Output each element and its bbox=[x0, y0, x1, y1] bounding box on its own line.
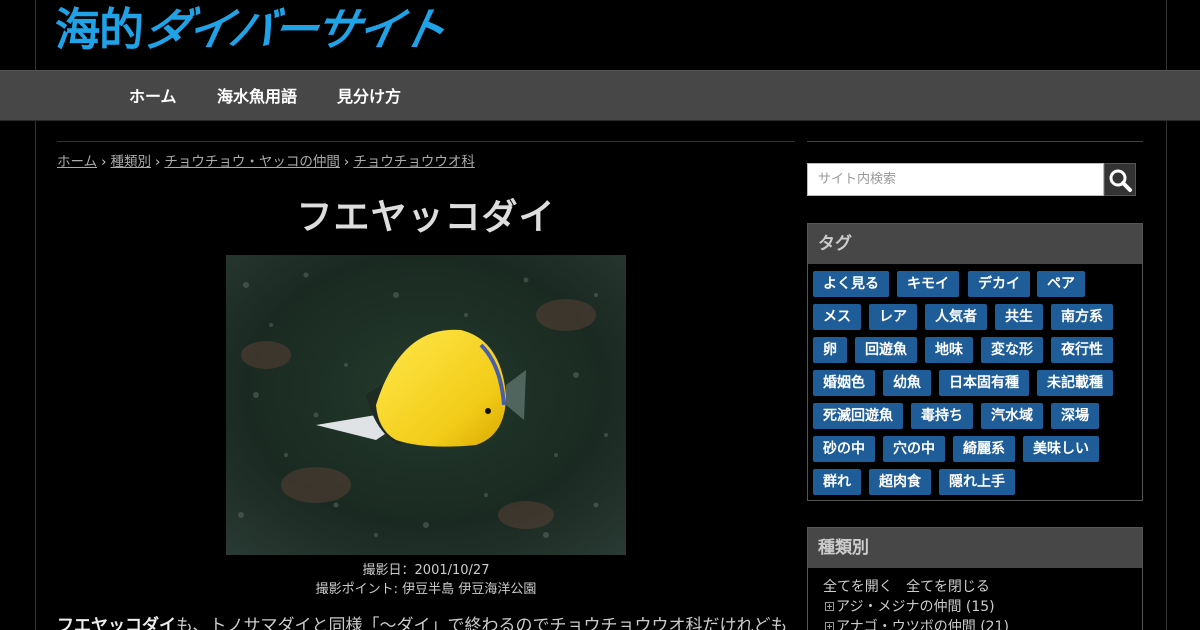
tag-item[interactable]: よく見る bbox=[813, 271, 889, 297]
photo-caption: 撮影日：2001/10/27 撮影ポイント: 伊豆半島 伊豆海洋公園 bbox=[57, 561, 795, 599]
tag-item[interactable]: 夜行性 bbox=[1051, 337, 1113, 363]
breadcrumb-butterfly-angel[interactable]: チョウチョウ・ヤッコの仲間 bbox=[164, 154, 340, 170]
tag-item[interactable]: デカイ bbox=[968, 271, 1030, 297]
category-label: アナゴ・ウツボの仲間 bbox=[836, 619, 976, 630]
tags-widget: タグ よく見る キモイ デカイ ペア メス レア 人気者 共生 南方系 卵 回遊… bbox=[807, 223, 1143, 501]
tag-item[interactable]: 深場 bbox=[1051, 403, 1099, 429]
collapse-all-link[interactable]: 全てを閉じる bbox=[906, 579, 990, 595]
tag-item[interactable]: 群れ bbox=[813, 469, 861, 495]
tag-cloud: よく見る キモイ デカイ ペア メス レア 人気者 共生 南方系 卵 回遊魚 地… bbox=[808, 264, 1142, 500]
category-count: (21) bbox=[980, 619, 1009, 630]
breadcrumb-separator: › bbox=[343, 154, 350, 170]
tag-item[interactable]: キモイ bbox=[897, 271, 959, 297]
breadcrumb-butterflyfish-family[interactable]: チョウチョウウオ科 bbox=[353, 154, 475, 170]
tag-item[interactable]: 美味しい bbox=[1023, 436, 1099, 462]
tag-item[interactable]: レア bbox=[869, 304, 917, 330]
tag-item[interactable]: 卵 bbox=[813, 337, 847, 363]
page-title: フエヤッコダイ bbox=[296, 197, 556, 238]
tag-item[interactable]: 変な形 bbox=[981, 337, 1043, 363]
nav-item-home[interactable]: ホーム bbox=[129, 71, 177, 122]
tag-item[interactable]: 未記載種 bbox=[1037, 370, 1113, 396]
tag-item[interactable]: 日本固有種 bbox=[939, 370, 1029, 396]
tag-item[interactable]: 砂の中 bbox=[813, 436, 875, 462]
tag-item[interactable]: 婚姻色 bbox=[813, 370, 875, 396]
photo-date: 撮影日：2001/10/27 bbox=[362, 563, 490, 578]
breadcrumb-separator: › bbox=[155, 154, 161, 170]
category-widget: 種類別 全てを開く 全てを閉じる アジ・メジナの仲間 (15) アナゴ・ウツボの… bbox=[807, 527, 1143, 630]
photo-point: 撮影ポイント: 伊豆半島 伊豆海洋公園 bbox=[315, 582, 537, 597]
tag-item[interactable]: 死滅回遊魚 bbox=[813, 403, 903, 429]
nav-item-glossary[interactable]: 海水魚用語 bbox=[217, 71, 297, 122]
breadcrumb: ホーム › 種類別 › チョウチョウ・ヤッコの仲間 › チョウチョウウオ科 bbox=[57, 150, 475, 170]
site-search: サイト内検索 bbox=[807, 163, 1136, 196]
category-count: (15) bbox=[965, 599, 995, 615]
sidebar: サイト内検索 タグ よく見る キモイ デカイ ペア メス レア 人気者 共生 南… bbox=[807, 141, 1143, 630]
category-item[interactable]: アナゴ・ウツボの仲間 (21) bbox=[825, 616, 1009, 630]
tag-item[interactable]: 地味 bbox=[925, 337, 973, 363]
category-controls: 全てを開く 全てを閉じる bbox=[823, 576, 990, 596]
tag-item[interactable]: 毒持ち bbox=[911, 403, 973, 429]
expand-plus-icon[interactable] bbox=[825, 622, 834, 630]
tag-item[interactable]: 綺麗系 bbox=[953, 436, 1015, 462]
tag-item[interactable]: 超肉食 bbox=[869, 469, 931, 495]
tag-item[interactable]: ペア bbox=[1037, 271, 1085, 297]
tag-item[interactable]: 幼魚 bbox=[883, 370, 931, 396]
tags-widget-title: タグ bbox=[808, 224, 1142, 264]
category-item[interactable]: アジ・メジナの仲間 (15) bbox=[825, 596, 995, 616]
tag-item[interactable]: 穴の中 bbox=[883, 436, 945, 462]
main-content: ホーム › 種類別 › チョウチョウ・ヤッコの仲間 › チョウチョウウオ科 フエヤッコダイ bbox=[57, 141, 795, 630]
intro-paragraph: フエヤッコダイも、トノサマダイと同様「～ダイ」で終わるのでチョウチョウウオ科だけ… bbox=[57, 611, 795, 630]
intro-species-name: フエヤッコダイ bbox=[57, 616, 176, 630]
tag-item[interactable]: 隠れ上手 bbox=[939, 469, 1015, 495]
fish-photo bbox=[226, 255, 626, 555]
tag-item[interactable]: 南方系 bbox=[1051, 304, 1113, 330]
search-button[interactable] bbox=[1104, 163, 1136, 196]
site-logo[interactable]: 海的ダイバーサイト bbox=[55, 2, 450, 58]
logo-katakana: ダイバーサイト bbox=[139, 3, 450, 56]
tag-item[interactable]: メス bbox=[813, 304, 861, 330]
logo-kanji: 海的 bbox=[55, 3, 144, 56]
expand-plus-icon[interactable] bbox=[825, 602, 834, 611]
intro-text: も、トノサマダイと同様「～ダイ」で終わるのでチョウチョウウオ科だけれども bbox=[176, 616, 788, 630]
tag-item[interactable]: 回遊魚 bbox=[855, 337, 917, 363]
expand-all-link[interactable]: 全てを開く bbox=[823, 579, 893, 595]
category-label: アジ・メジナの仲間 bbox=[836, 599, 962, 615]
category-widget-title: 種類別 bbox=[808, 528, 1142, 568]
search-icon bbox=[1109, 169, 1132, 192]
tag-item[interactable]: 人気者 bbox=[925, 304, 987, 330]
global-nav: ホーム 海水魚用語 見分け方 bbox=[0, 70, 1200, 121]
breadcrumb-home[interactable]: ホーム bbox=[57, 154, 97, 170]
breadcrumb-by-type[interactable]: 種類別 bbox=[111, 154, 152, 170]
search-input[interactable]: サイト内検索 bbox=[807, 163, 1104, 196]
nav-item-identification[interactable]: 見分け方 bbox=[337, 71, 401, 122]
breadcrumb-separator: › bbox=[101, 154, 107, 170]
site-header: 海的ダイバーサイト bbox=[0, 0, 1200, 70]
tag-item[interactable]: 汽水域 bbox=[981, 403, 1043, 429]
tag-item[interactable]: 共生 bbox=[995, 304, 1043, 330]
